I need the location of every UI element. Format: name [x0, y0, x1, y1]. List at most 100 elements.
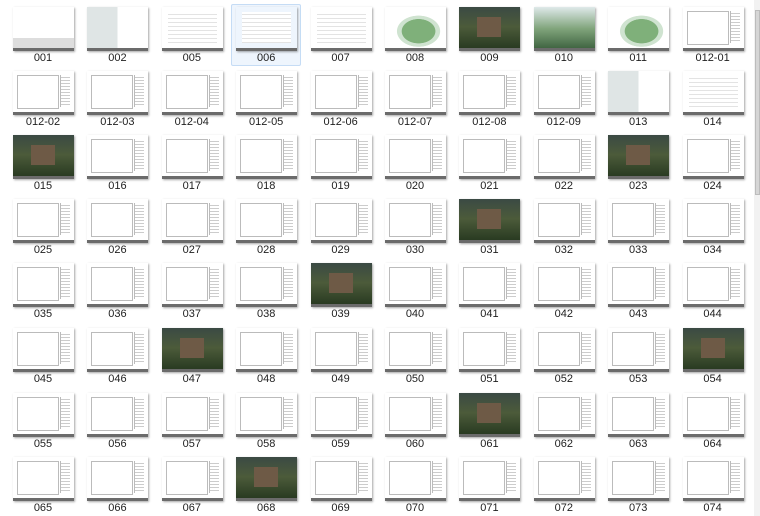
file-item[interactable]: 034 [678, 196, 748, 258]
file-item[interactable]: 046 [82, 325, 152, 387]
file-item[interactable]: 028 [231, 196, 301, 258]
file-item[interactable]: 007 [306, 4, 376, 66]
file-item[interactable]: 056 [82, 390, 152, 452]
file-item[interactable]: 035 [8, 260, 78, 322]
file-item[interactable]: 012-07 [380, 68, 450, 130]
file-item[interactable]: 072 [529, 454, 599, 516]
file-item[interactable]: 042 [529, 260, 599, 322]
file-item[interactable]: 069 [306, 454, 376, 516]
file-item[interactable]: 047 [157, 325, 227, 387]
file-item[interactable]: 033 [603, 196, 673, 258]
file-item[interactable]: 043 [603, 260, 673, 322]
file-item[interactable]: 012-02 [8, 68, 78, 130]
file-item[interactable]: 016 [82, 132, 152, 194]
file-item[interactable]: 018 [231, 132, 301, 194]
file-item[interactable]: 052 [529, 325, 599, 387]
file-item[interactable]: 023 [603, 132, 673, 194]
file-item[interactable]: 012-08 [454, 68, 524, 130]
file-item[interactable]: 020 [380, 132, 450, 194]
file-item[interactable]: 065 [8, 454, 78, 516]
file-item[interactable]: 038 [231, 260, 301, 322]
file-item[interactable]: 012-03 [82, 68, 152, 130]
file-item[interactable]: 031 [454, 196, 524, 258]
file-thumbnail [608, 135, 670, 179]
file-thumbnail [682, 393, 744, 437]
file-item[interactable]: 006 [231, 4, 302, 66]
file-thumbnail [385, 7, 446, 51]
file-item[interactable]: 057 [157, 390, 227, 452]
file-item[interactable]: 022 [529, 132, 599, 194]
file-item[interactable]: 045 [8, 325, 78, 387]
file-item[interactable]: 014 [678, 68, 748, 130]
file-item[interactable]: 012-04 [157, 68, 227, 130]
file-item[interactable]: 009 [454, 4, 524, 66]
thumbnail-footer [87, 240, 149, 243]
scrollbar-thumb[interactable] [755, 10, 760, 195]
file-item[interactable]: 049 [306, 325, 376, 387]
file-item[interactable]: 005 [157, 4, 227, 66]
file-item[interactable]: 012-09 [529, 68, 599, 130]
file-item[interactable]: 060 [380, 390, 450, 452]
file-item[interactable]: 026 [82, 196, 152, 258]
file-item[interactable]: 073 [603, 454, 673, 516]
file-item[interactable]: 027 [157, 196, 227, 258]
file-item[interactable]: 064 [678, 390, 748, 452]
file-item[interactable]: 050 [380, 325, 450, 387]
file-item[interactable]: 054 [678, 325, 748, 387]
file-item[interactable]: 058 [231, 390, 301, 452]
file-item[interactable]: 048 [231, 325, 301, 387]
file-item[interactable]: 001 [8, 4, 78, 66]
file-thumbnail [310, 199, 372, 243]
file-item[interactable]: 012-01 [678, 4, 748, 66]
file-item[interactable]: 030 [380, 196, 450, 258]
file-item[interactable]: 024 [678, 132, 748, 194]
file-thumbnail [87, 199, 149, 243]
file-item[interactable]: 059 [306, 390, 376, 452]
file-thumbnail [236, 393, 298, 437]
file-item[interactable]: 063 [603, 390, 673, 452]
file-item[interactable]: 071 [454, 454, 524, 516]
file-item[interactable]: 041 [454, 260, 524, 322]
file-item[interactable]: 062 [529, 390, 599, 452]
file-item[interactable]: 051 [454, 325, 524, 387]
thumbnail-footer [385, 498, 446, 501]
file-item[interactable]: 019 [306, 132, 376, 194]
file-item[interactable]: 012-06 [306, 68, 376, 130]
file-item[interactable]: 032 [529, 196, 599, 258]
vertical-scrollbar[interactable] [754, 0, 760, 516]
file-thumbnail [87, 457, 149, 501]
file-thumbnail [13, 199, 74, 243]
thumbnail-footer [310, 112, 372, 115]
file-item[interactable]: 070 [380, 454, 450, 516]
file-item[interactable]: 025 [8, 196, 78, 258]
file-thumbnail [533, 199, 595, 243]
file-item[interactable]: 055 [8, 390, 78, 452]
file-thumbnail [533, 71, 595, 115]
file-item[interactable]: 037 [157, 260, 227, 322]
file-item[interactable]: 040 [380, 260, 450, 322]
file-item[interactable]: 044 [678, 260, 748, 322]
file-item[interactable]: 067 [157, 454, 227, 516]
file-item[interactable]: 036 [82, 260, 152, 322]
file-item[interactable]: 012-05 [231, 68, 301, 130]
file-name: 016 [108, 180, 127, 192]
file-item[interactable]: 011 [603, 4, 673, 66]
file-item[interactable]: 013 [603, 68, 673, 130]
file-item[interactable]: 017 [157, 132, 227, 194]
file-item[interactable]: 015 [8, 132, 78, 194]
file-item[interactable]: 029 [306, 196, 376, 258]
file-name: 031 [480, 244, 499, 256]
file-item[interactable]: 008 [380, 4, 450, 66]
file-name: 015 [33, 180, 53, 192]
file-item[interactable]: 021 [454, 132, 524, 194]
file-item[interactable]: 002 [82, 4, 152, 66]
thumbnail-footer [236, 434, 298, 437]
file-item[interactable]: 066 [82, 454, 152, 516]
file-item[interactable]: 053 [603, 325, 673, 387]
file-item[interactable]: 068 [231, 454, 301, 516]
file-thumbnail [87, 71, 149, 115]
file-item[interactable]: 074 [678, 454, 748, 516]
file-item[interactable]: 039 [306, 260, 376, 322]
file-item[interactable]: 010 [529, 4, 599, 66]
file-item[interactable]: 061 [454, 390, 524, 452]
